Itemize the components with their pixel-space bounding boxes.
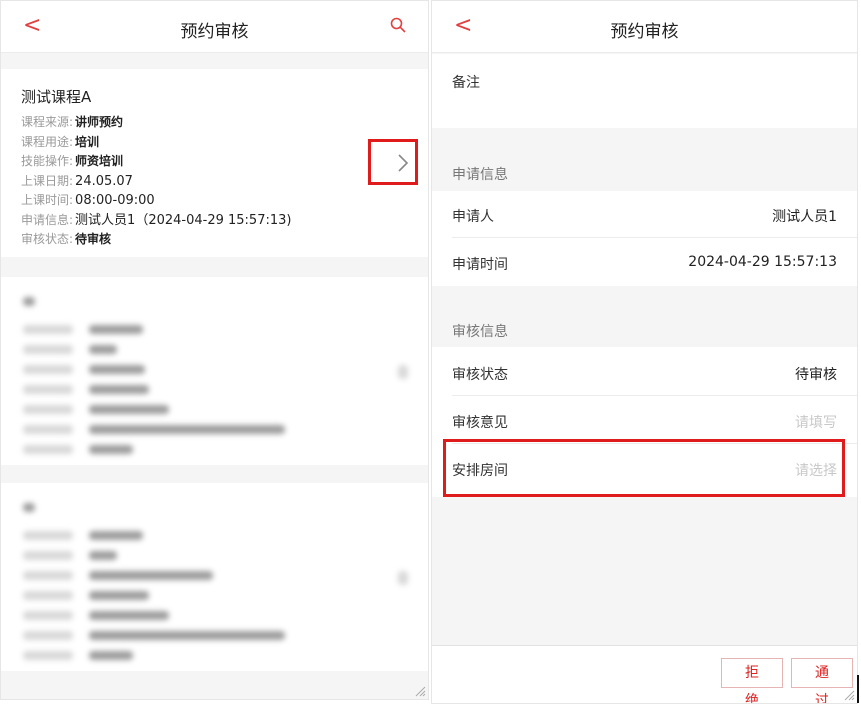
action-bar: 拒绝 通过 — [432, 645, 857, 703]
blurred-key — [23, 385, 73, 394]
resize-handle-icon[interactable] — [843, 689, 855, 701]
apply-time-label: 申请时间 — [452, 257, 508, 273]
blurred-value — [89, 571, 213, 580]
applicant-label: 申请人 — [452, 209, 494, 225]
remark-section: 备注 — [432, 54, 857, 128]
blurred-key — [23, 571, 73, 580]
blurred-key — [23, 551, 73, 560]
review-section-header: 审核信息 — [452, 324, 508, 340]
blurred-key — [23, 591, 73, 600]
course-card-blurred[interactable] — [1, 483, 428, 671]
course-info: 课程来源: 讲师预约 课程用途: 培训 技能操作: 师资培训 上课日期: 24.05.0… — [21, 113, 291, 250]
nav-bar: < 预约审核 — [1, 1, 428, 53]
blurred-title — [23, 503, 35, 512]
blurred-chevron — [398, 571, 408, 585]
highlight-box — [368, 139, 418, 185]
info-value: 讲师预约 — [75, 115, 124, 129]
blurred-value — [89, 325, 143, 334]
blurred-title — [23, 297, 35, 306]
info-key: 上课时间: — [21, 193, 74, 207]
list-screen: < 预约审核 测试课程A 课程来源: 讲师预约 课程用途: 培训 技能操作: 师资培训… — [0, 0, 429, 700]
blurred-value — [89, 531, 143, 540]
info-row-date: 上课日期: 24.05.07 — [21, 172, 291, 192]
info-value: 08:00-09:00 — [75, 193, 155, 208]
blurred-key — [23, 345, 73, 354]
opinion-label: 审核意见 — [452, 415, 508, 431]
info-value: 测试人员1（2024-04-29 15:57:13) — [75, 212, 292, 228]
blurred-key — [23, 531, 73, 540]
edge-marker — [857, 675, 859, 703]
blurred-value — [89, 591, 149, 600]
blurred-value — [89, 425, 285, 434]
blurred-value — [89, 651, 133, 660]
status-value: 待审核 — [795, 367, 837, 383]
blurred-value — [89, 365, 145, 374]
info-value: 师资培训 — [75, 154, 124, 168]
info-value: 24.05.07 — [75, 173, 133, 189]
status-label: 审核状态 — [452, 367, 508, 383]
page-title: 预约审核 — [610, 22, 679, 42]
apply-section: 申请人 测试人员1 申请时间 2024-04-29 15:57:13 — [432, 191, 857, 286]
remark-label: 备注 — [452, 75, 480, 91]
blurred-key — [23, 325, 73, 334]
course-card[interactable]: 测试课程A 课程来源: 讲师预约 课程用途: 培训 技能操作: 师资培训 上课日期: 2… — [1, 69, 428, 257]
apply-section-header: 申请信息 — [452, 167, 508, 183]
blurred-key — [23, 651, 73, 660]
apply-time-value: 2024-04-29 15:57:13 — [688, 254, 837, 270]
approve-button[interactable]: 通过 — [791, 658, 853, 703]
blurred-value — [89, 551, 117, 560]
course-card-blurred[interactable] — [1, 277, 428, 465]
applicant-value: 测试人员1 — [772, 209, 837, 225]
blurred-value — [89, 405, 169, 414]
info-row-purpose: 课程用途: 培训 — [21, 133, 291, 153]
info-row-source: 课程来源: 讲师预约 — [21, 113, 291, 133]
blurred-value — [89, 385, 149, 394]
blurred-value — [89, 611, 169, 620]
blurred-value — [89, 631, 285, 640]
divider — [452, 237, 857, 238]
nav-bar: < 预约审核 — [432, 1, 857, 53]
opinion-input[interactable]: 请填写 — [795, 412, 837, 432]
page-title: 预约审核 — [180, 22, 249, 42]
info-value: 培训 — [75, 134, 100, 149]
reject-button[interactable]: 拒绝 — [721, 658, 783, 703]
blurred-key — [23, 611, 73, 620]
detail-screen: < 预约审核 备注 申请信息 申请人 测试人员1 申请时间 2024-04-29… — [431, 0, 858, 704]
info-row-status: 审核状态: 待审核 — [21, 230, 291, 250]
info-key: 课程来源: — [21, 115, 74, 129]
blurred-value — [89, 345, 117, 354]
blurred-key — [23, 365, 73, 374]
highlight-box — [443, 439, 845, 497]
info-value: 待审核 — [75, 232, 112, 246]
info-key: 上课日期: — [21, 173, 74, 188]
blurred-key — [23, 405, 73, 414]
blurred-value — [89, 445, 133, 454]
info-row-apply: 申请信息: 测试人员1（2024-04-29 15:57:13) — [21, 211, 291, 231]
info-row-skill: 技能操作: 师资培训 — [21, 152, 291, 172]
divider — [452, 395, 857, 396]
info-key: 课程用途: — [21, 134, 74, 149]
blurred-key — [23, 631, 73, 640]
blurred-key — [23, 445, 73, 454]
info-row-time: 上课时间: 08:00-09:00 — [21, 191, 291, 211]
info-key: 技能操作: — [21, 154, 74, 168]
blurred-key — [23, 425, 73, 434]
info-key: 审核状态: — [21, 232, 74, 246]
blurred-chevron — [398, 365, 408, 379]
info-key: 申请信息: — [21, 212, 74, 227]
search-icon[interactable] — [390, 17, 406, 33]
course-title: 测试课程A — [21, 88, 92, 106]
resize-handle-icon[interactable] — [414, 685, 426, 697]
